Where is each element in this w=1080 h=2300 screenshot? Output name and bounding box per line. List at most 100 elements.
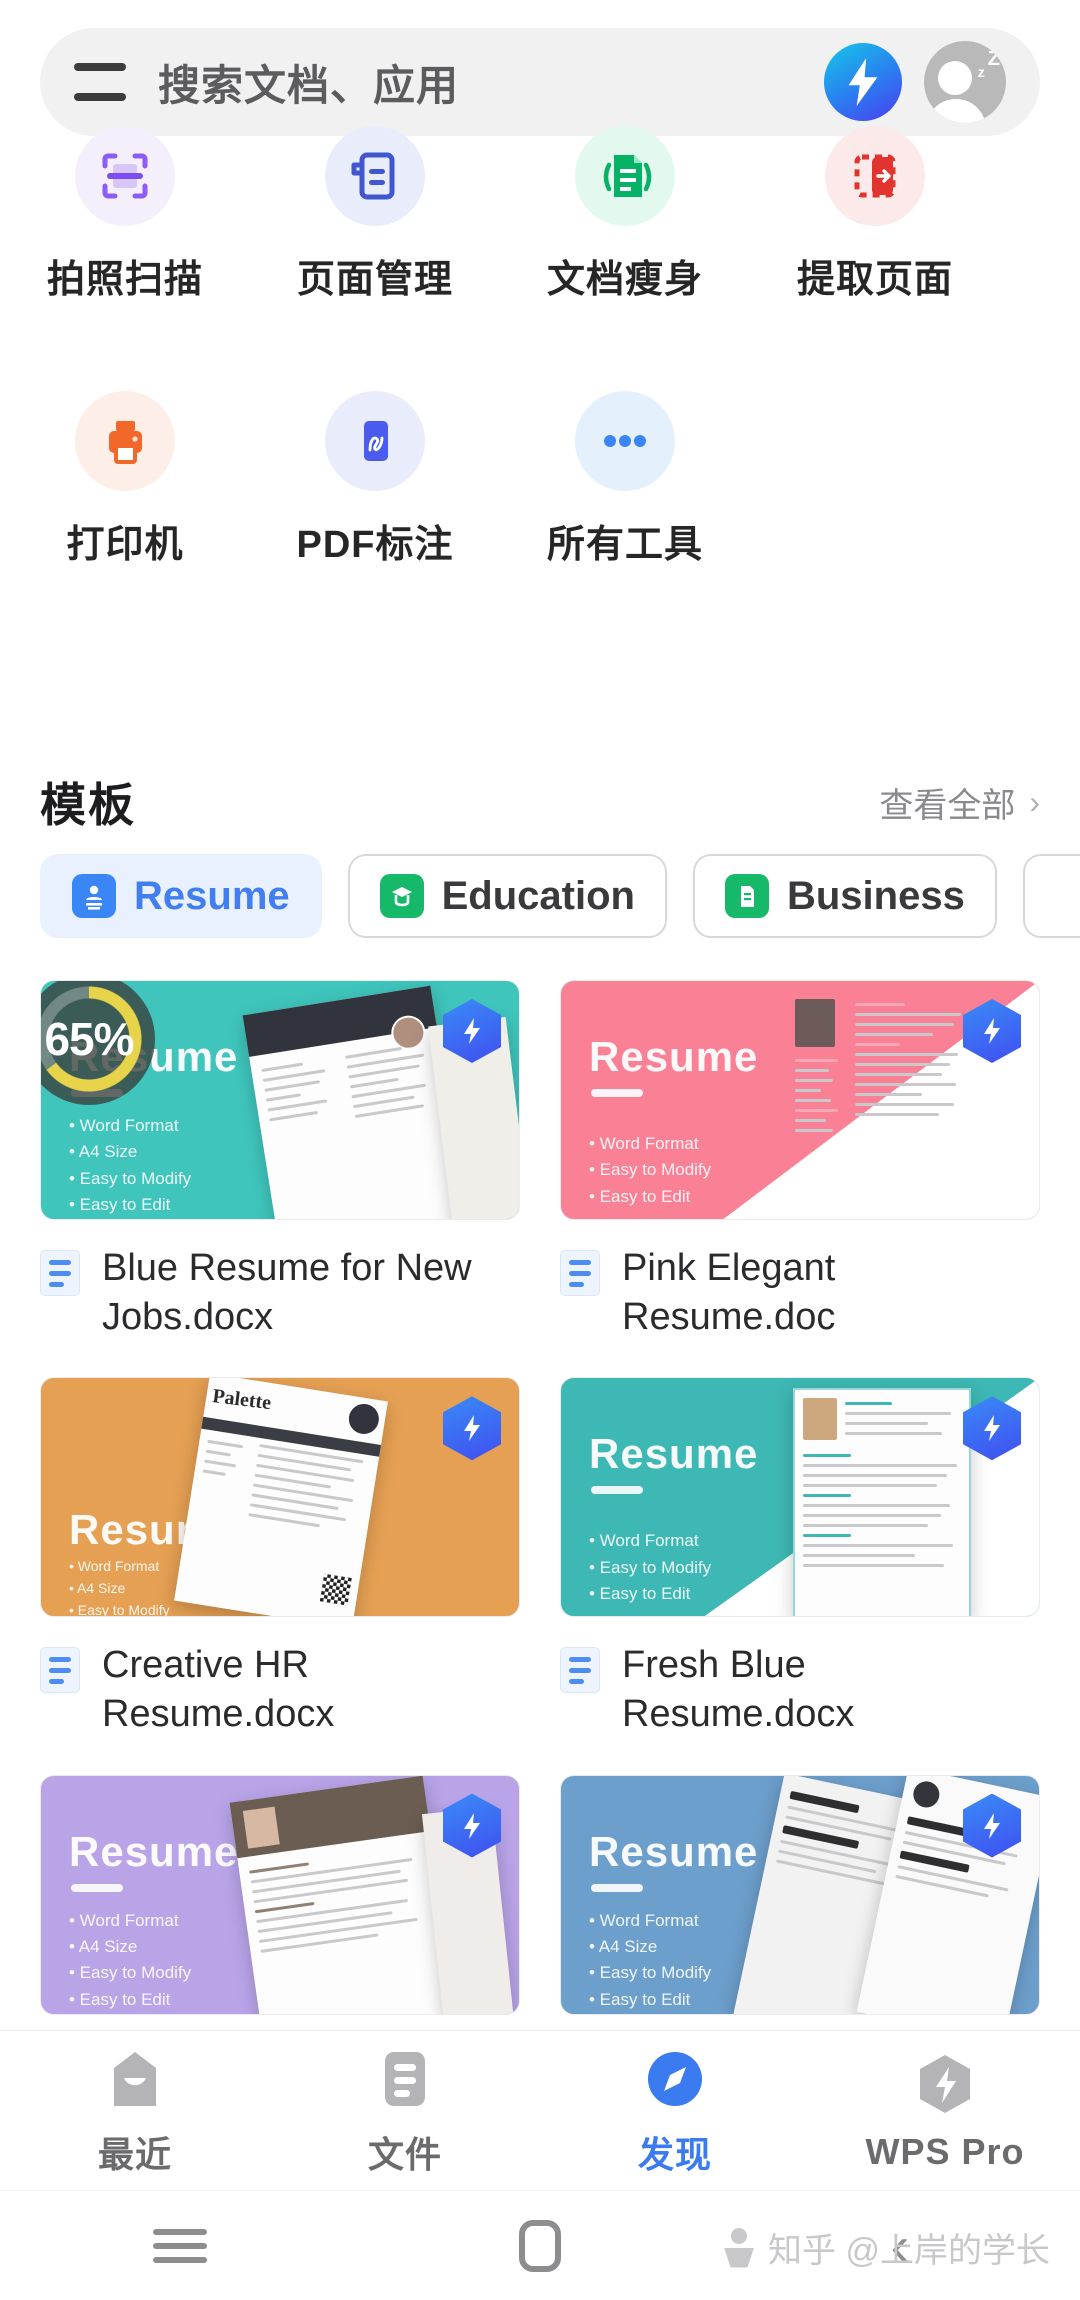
avatar-body: [926, 99, 986, 123]
sleep-z-icon: Zz: [977, 48, 1000, 80]
nav-label: 文件: [367, 2133, 442, 2175]
category-chip-list[interactable]: Resume Education Business: [0, 854, 1080, 942]
tool-pdf-annotate[interactable]: PDF标注: [250, 391, 500, 568]
tool-page-manage[interactable]: 页面管理: [250, 126, 500, 303]
thumb-bullets: • Word Format • A4 Size • Easy to Modify…: [69, 1116, 192, 1215]
template-filename: Creative HR Resume.docx: [102, 1644, 335, 1735]
nav-label: WPS Pro: [865, 2130, 1025, 2172]
template-card[interactable]: Resume • Word Format • A4 Size • Easy to…: [40, 980, 520, 1341]
watermark-text: 知乎 @上岸的学长: [768, 2232, 1050, 2270]
tool-row-2: 打印机 PDF标注 所有工具: [0, 391, 1080, 568]
doc-file-icon: [560, 1250, 600, 1296]
bottom-navigation: 最近 文件 发现 WPS Pro: [0, 2030, 1080, 2190]
thumb-rule: [591, 1883, 643, 1892]
resume-icon: [72, 874, 116, 918]
lightning-icon[interactable]: [824, 43, 902, 121]
search-input[interactable]: 搜索文档、应用: [158, 52, 824, 113]
tool-row-1: 拍照扫描 页面管理 文档瘦身 提取页面: [0, 126, 1080, 303]
avatar-sleep-icon[interactable]: Zz: [924, 41, 1006, 123]
template-grid: Resume • Word Format • A4 Size • Easy to…: [0, 980, 1080, 2015]
template-thumbnail[interactable]: Resume • Word Format • A4 Size • Easy to…: [40, 1774, 520, 2015]
nav-label: 最近: [97, 2133, 172, 2175]
template-filename: Pink Elegant Resume.doc: [622, 1247, 836, 1338]
thumb-bullets: • Word Format • A4 Size • Easy to Modify…: [69, 1558, 170, 1618]
template-filename: Blue Resume for New Jobs.docx: [102, 1247, 472, 1338]
view-all-link[interactable]: 查看全部 ›: [879, 778, 1040, 827]
tool-label: 页面管理: [296, 259, 453, 301]
premium-badge-icon: [443, 1396, 501, 1461]
tool-label: 提取页面: [796, 259, 953, 301]
view-all-label: 查看全部: [879, 786, 1016, 825]
template-row: Resume • Word Format • A4 Size • Easy to…: [0, 1377, 1080, 1738]
system-home-button[interactable]: [360, 2219, 720, 2272]
chip-label: Education: [441, 873, 635, 918]
nav-label: 发现: [637, 2133, 712, 2175]
pdf-annotate-icon: [325, 391, 425, 491]
chevron-right-icon: ›: [1029, 783, 1040, 820]
more-dots-icon: [575, 391, 675, 491]
thumb-rule: [591, 1486, 643, 1495]
thumb-bullets: • Word Format • A4 Size • Easy to Modify…: [69, 1910, 192, 2009]
chip-business[interactable]: Business: [692, 854, 997, 938]
zhihu-logo-icon: [722, 2227, 756, 2268]
nav-item-files[interactable]: 文件: [270, 2044, 540, 2178]
template-thumbnail[interactable]: Resume • Word Format • Easy to Modify • …: [560, 1377, 1040, 1618]
printer-icon: [75, 391, 175, 491]
template-filename: Fresh Blue Resume.docx: [622, 1644, 855, 1735]
chip-education[interactable]: Education: [347, 854, 667, 938]
chip-label: Resume: [134, 873, 290, 918]
doc-file-icon: [560, 1647, 600, 1694]
tool-compress[interactable]: 文档瘦身: [500, 126, 750, 303]
search-bar[interactable]: 搜索文档、应用 Zz: [40, 28, 1040, 136]
nav-item-discover[interactable]: 发现: [540, 2044, 810, 2178]
page-manage-icon: [325, 126, 425, 226]
thumb-title: Resume: [589, 1033, 759, 1080]
recents-icon: [153, 2228, 207, 2263]
extract-page-icon: [825, 126, 925, 226]
tool-label: 文档瘦身: [546, 259, 703, 301]
template-card[interactable]: Resume • Word Format • Easy to Modify • …: [560, 980, 1040, 1341]
template-thumbnail[interactable]: Resume • Word Format • Easy to Modify • …: [560, 980, 1040, 1220]
tool-label: 拍照扫描: [46, 259, 203, 301]
template-thumbnail[interactable]: Resume • Word Format • A4 Size • Easy to…: [40, 980, 520, 1220]
template-card[interactable]: Resume • Word Format • Easy to Modify • …: [560, 1377, 1040, 1738]
tool-label: 所有工具: [546, 524, 703, 566]
template-row: Resume • Word Format • A4 Size • Easy to…: [0, 1774, 1080, 2015]
recent-icon: [106, 2044, 164, 2110]
template-thumbnail[interactable]: Resume • Word Format • A4 Size • Easy to…: [40, 1377, 520, 1618]
template-name-row: Fresh Blue Resume.docx: [560, 1641, 1040, 1738]
compress-doc-icon: [575, 126, 675, 226]
thumb-title: Resume: [589, 1827, 759, 1875]
template-thumbnail[interactable]: Resume • Word Format • A4 Size • Easy to…: [560, 1774, 1040, 2015]
template-card[interactable]: Resume • Word Format • A4 Size • Easy to…: [560, 1774, 1040, 2015]
template-name-row: Pink Elegant Resume.doc: [560, 1244, 1040, 1341]
thumb-title: Resume: [589, 1430, 759, 1478]
lightning-glyph: [848, 58, 878, 106]
nav-item-wps-pro[interactable]: WPS Pro: [810, 2049, 1080, 2173]
tool-all-tools[interactable]: 所有工具: [500, 391, 750, 568]
education-icon: [379, 874, 424, 918]
tool-grid: 拍照扫描 页面管理 文档瘦身 提取页面 打印机 PDF标注 所有工具: [0, 126, 1080, 568]
template-card[interactable]: Resume • Word Format • A4 Size • Easy to…: [40, 1774, 520, 2015]
thumb-bullets: • Word Format • A4 Size • Easy to Modify…: [589, 1910, 712, 2009]
avatar-head: [938, 61, 972, 95]
tool-label: PDF标注: [296, 524, 454, 566]
chip-more-partial[interactable]: [1022, 854, 1080, 938]
chip-resume[interactable]: Resume: [40, 854, 322, 938]
thumb-bullets: • Word Format • Easy to Modify • Easy to…: [589, 1134, 712, 1206]
tool-scan[interactable]: 拍照扫描: [0, 126, 250, 303]
tool-extract-page[interactable]: 提取页面: [750, 126, 1000, 303]
thumb-rule: [71, 1883, 123, 1892]
template-card[interactable]: Resume • Word Format • A4 Size • Easy to…: [40, 1377, 520, 1738]
template-row: Resume • Word Format • A4 Size • Easy to…: [0, 980, 1080, 1341]
hamburger-icon[interactable]: [74, 63, 126, 101]
system-recents-button[interactable]: [0, 2228, 360, 2263]
template-name-row: Creative HR Resume.docx: [40, 1641, 520, 1738]
tool-printer[interactable]: 打印机: [0, 391, 250, 568]
doc-file-icon: [40, 1250, 80, 1296]
progress-badge: 65%: [41, 981, 155, 1105]
template-name-row: Blue Resume for New Jobs.docx: [40, 1244, 520, 1341]
page-title: 模板: [40, 779, 136, 831]
nav-item-recent[interactable]: 最近: [0, 2044, 270, 2178]
compass-icon: [645, 2044, 705, 2110]
